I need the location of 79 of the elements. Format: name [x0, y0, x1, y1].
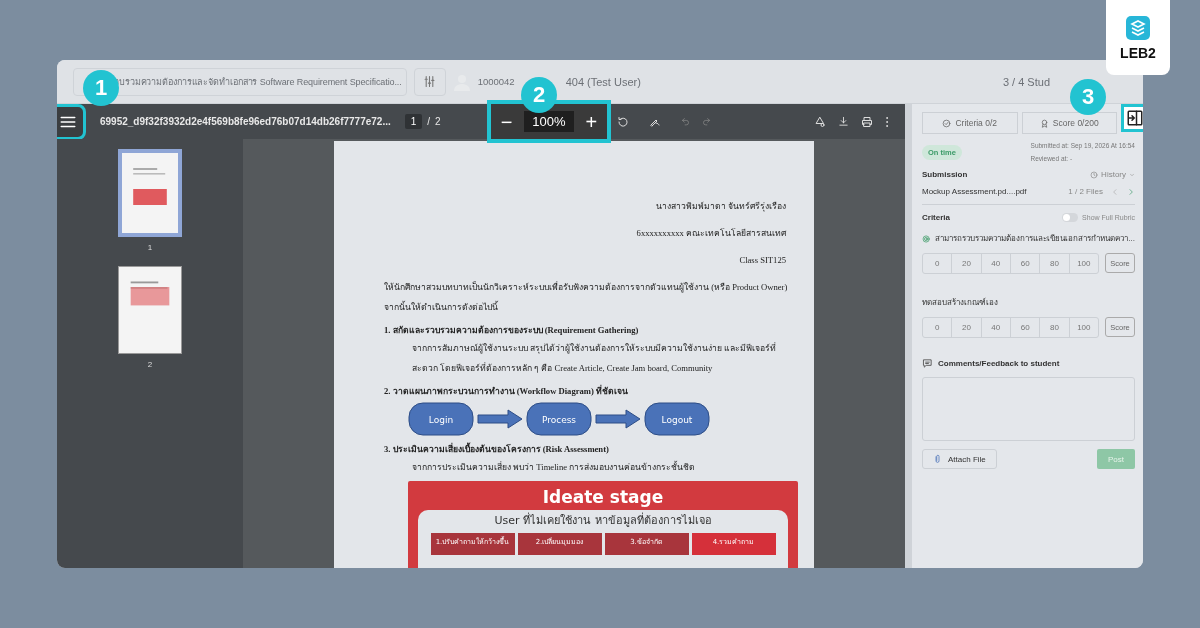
- panel-tab[interactable]: Score 0/200: [1021, 112, 1117, 134]
- toggle-switch[interactable]: [1062, 213, 1079, 222]
- file-counter: 1 / 2 Files: [1068, 187, 1103, 196]
- panel-tab[interactable]: Criteria 0/2: [922, 112, 1018, 134]
- clock-icon: [1090, 170, 1099, 179]
- section-heading: Comments/Feedback to student: [938, 359, 1060, 368]
- comment-icon: [922, 358, 933, 369]
- history-dropdown[interactable]: History: [1101, 170, 1126, 179]
- more-icon[interactable]: [885, 115, 889, 128]
- section-heading: 3. ประเมินความเสี่ยงเบื้องต้นของโครงการ (Risk Assessment): [384, 441, 610, 456]
- caret-icon: [1129, 171, 1135, 178]
- comment-field[interactable]: [922, 377, 1135, 441]
- document-paragraph: จากการประเมินความเสี่ยง พบว่า Timeline การส่งมอบงานค่อนข้างกระชั้นชิด: [411, 460, 697, 474]
- document-paragraph: จากการสัมภาษณ์ผู้ใช้งานระบบ สรุปได้ว่าผู้ใช้งานต้องการให้ระบบมีความใช้งานง่าย และมีฟีเจอร์ที่สะดวก โดยฟีเจอร์ที่ต้องการหลัก ๆ คือ Create Article, Create Jam board, Community: [411, 341, 778, 375]
- flow-label: Logout: [661, 415, 693, 425]
- print-icon[interactable]: [861, 115, 873, 128]
- section-heading: Submission: [922, 170, 968, 179]
- panel-toggle-button[interactable]: [1121, 104, 1143, 132]
- score-option[interactable]: 20: [951, 254, 981, 273]
- user-id: 1000042: [477, 76, 515, 87]
- score-option[interactable]: 80: [1039, 254, 1069, 273]
- panel-collapse-icon: [1126, 109, 1143, 127]
- thumbnail-label: 1: [147, 243, 153, 252]
- flow-label: Login: [428, 415, 454, 425]
- file-name: Mockup Assessment.pd....pdf: [922, 187, 1027, 196]
- document-paragraph: ให้นักศึกษาสวมบทบาทเป็นนักวิเคราะห์ระบบเพื่อรับฟังความต้องการจากตัวแทนผู้ใช้งาน (หรือ Product Owner) จากนั้นให้ดำเนินการดังต่อไปนี้: [384, 280, 789, 314]
- rotate-icon[interactable]: [617, 115, 630, 128]
- score-option[interactable]: 0: [923, 254, 952, 273]
- redo-icon[interactable]: [702, 117, 712, 126]
- section-heading: 2. วาดแผนภาพกระบวนการทำงาน (Workflow Diagram) ที่ชัดเจน: [384, 384, 629, 398]
- flow-node: [408, 402, 474, 436]
- score-option[interactable]: 40: [980, 318, 1010, 337]
- infographic-title: Ideate stage: [542, 487, 664, 507]
- zoom-field[interactable]: 100%: [524, 111, 574, 132]
- criterion-title: ทดสอบสร้างเกณฑ์เอง: [922, 297, 998, 309]
- thumbnail-label: 2: [147, 360, 153, 369]
- section-heading: 1. สกัดและรวบรวมความต้องการของระบบ (Requirement Gathering): [384, 324, 640, 337]
- student-counter: 3 / 4 Stud: [1002, 75, 1050, 88]
- page-thumbnail[interactable]: [118, 149, 182, 237]
- flow-node: [526, 402, 592, 436]
- flow-arrow: [595, 409, 641, 429]
- file-name: 69952_d9f32f3932d2e4f569b8fe96ed76b07d14db26f7777e72...: [100, 116, 391, 127]
- document-text: นางสาวพิมพ์มาดา จันทร์ศรีรุ่งเรือง: [654, 200, 786, 214]
- menu-button[interactable]: [57, 103, 86, 140]
- flow-node: [644, 402, 710, 436]
- attach-file-button[interactable]: Attach File: [922, 449, 997, 469]
- score-option[interactable]: 100: [1068, 318, 1098, 337]
- criterion-title: สามารถรวบรวมความต้องการและเขียนเอกสารกำหนดควา...: [935, 233, 1135, 245]
- target-icon: [922, 233, 931, 244]
- download-icon[interactable]: [838, 116, 849, 127]
- undo-icon[interactable]: [681, 117, 691, 126]
- score-option[interactable]: 60: [1010, 254, 1040, 273]
- page-thumbnail[interactable]: [118, 266, 182, 354]
- user-name: 404 (Test User): [565, 75, 641, 88]
- flow-arrow: [477, 409, 523, 429]
- infographic-subtitle: User ที่ไม่เคยใช้งาน หาข้อมูลที่ต้องการไม่เจอ: [494, 514, 712, 527]
- score-option[interactable]: 40: [980, 254, 1010, 273]
- sliders-icon: [424, 76, 436, 87]
- score-option[interactable]: 100: [1068, 254, 1098, 273]
- document-text: Class SIT125: [738, 254, 786, 267]
- score-option[interactable]: 20: [951, 318, 981, 337]
- score-option[interactable]: 60: [1010, 318, 1040, 337]
- score-option[interactable]: 0: [923, 318, 952, 337]
- zoom-in-button[interactable]: +: [585, 111, 598, 132]
- paperclip-icon: [933, 454, 942, 464]
- logo-text: LEB2: [1120, 44, 1156, 61]
- shapes-icon[interactable]: [814, 115, 826, 128]
- score-option[interactable]: 80: [1039, 318, 1069, 337]
- page-number-field[interactable]: 1: [404, 114, 423, 129]
- logo-icon: [1125, 14, 1151, 41]
- document-text: 6xxxxxxxxxx คณะเทคโนโลยีสารสนเทศ: [635, 227, 786, 240]
- page-separator: /: [427, 116, 431, 127]
- filter-button[interactable]: [413, 67, 446, 96]
- page-total: 2: [435, 116, 441, 127]
- section-heading: Criteria: [922, 213, 950, 222]
- award-icon: [1039, 118, 1049, 128]
- check-circle-icon: [942, 118, 952, 128]
- zoom-out-button[interactable]: −: [500, 111, 513, 132]
- flow-label: Process: [541, 415, 577, 425]
